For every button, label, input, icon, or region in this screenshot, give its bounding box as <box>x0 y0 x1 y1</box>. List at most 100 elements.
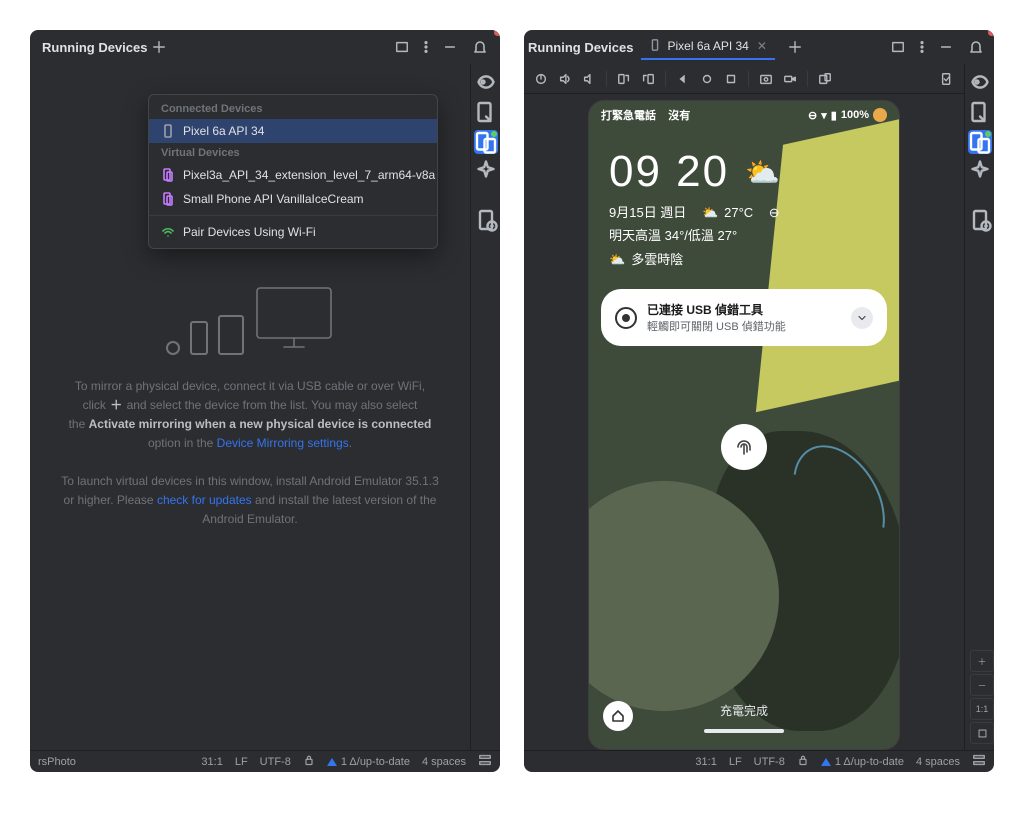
fingerprint-icon[interactable] <box>721 424 767 470</box>
line-sep[interactable]: LF <box>729 756 742 768</box>
pair-wifi[interactable]: Pair Devices Using Wi-Fi <box>149 220 437 244</box>
power-icon[interactable] <box>530 68 552 90</box>
phone-icon <box>649 39 661 54</box>
status-bar: 31:1 LF UTF-8 1 Δ/up-to-date 4 spaces <box>524 750 994 772</box>
weather-text: 多雲時陰 <box>631 248 683 271</box>
device-tab-pixel6a[interactable]: Pixel 6a API 34 ✕ <box>641 34 774 60</box>
cloud-icon: ⛅ <box>609 248 625 271</box>
encoding[interactable]: UTF-8 <box>754 756 785 768</box>
plus-icon-inline: ＋ <box>109 399 123 413</box>
weather-icon: ⛅ <box>745 156 782 189</box>
dropdown-section-virtual: Virtual Devices <box>149 143 437 163</box>
more-icon[interactable] <box>910 35 934 59</box>
back-icon[interactable] <box>672 68 694 90</box>
empty-text-emulator: To launch virtual devices in this window… <box>60 472 440 530</box>
minimize-icon[interactable] <box>438 35 462 59</box>
device-label: Small Phone API VanillaIceCream <box>183 192 364 206</box>
tomorrow-text: 明天高溫 34°/低溫 27° <box>609 224 879 247</box>
caret-position[interactable]: 31:1 <box>201 756 222 768</box>
avatar-icon <box>873 108 887 122</box>
bug-icon <box>615 307 637 329</box>
ai-sparkle-icon[interactable] <box>968 160 992 184</box>
rotate-left-icon[interactable] <box>613 68 635 90</box>
wifi-icon: ▾ <box>821 109 827 122</box>
device-label: Pixel3a_API_34_extension_level_7_arm64-v… <box>183 168 435 182</box>
indent[interactable]: 4 spaces <box>422 756 466 768</box>
ui-check-icon[interactable] <box>936 68 958 90</box>
device-pixel6a[interactable]: Pixel 6a API 34 <box>149 119 437 143</box>
vcs-status[interactable]: 1 Δ/up-to-date <box>821 756 904 768</box>
vcs-triangle-icon <box>327 758 337 766</box>
notifications-icon[interactable] <box>468 35 492 59</box>
line-sep[interactable]: LF <box>235 756 248 768</box>
layout-preview-icon[interactable] <box>968 100 992 124</box>
window-mode-icon[interactable] <box>886 35 910 59</box>
date-text: 9月15日 週日 <box>609 201 686 224</box>
home-icon[interactable] <box>696 68 718 90</box>
pair-label: Pair Devices Using Wi-Fi <box>183 225 316 239</box>
rotate-right-icon[interactable] <box>637 68 659 90</box>
close-tab-icon[interactable]: ✕ <box>757 39 767 53</box>
usb-debug-notification[interactable]: 已連接 USB 偵錯工具 輕觸即可關閉 USB 偵錯功能 <box>601 289 887 346</box>
ai-sparkle-icon[interactable] <box>474 160 498 184</box>
caret-position[interactable]: 31:1 <box>695 756 716 768</box>
zoom-reset-button[interactable]: 1:1 <box>970 698 994 720</box>
wifi-icon <box>161 225 175 239</box>
chevron-down-icon[interactable] <box>851 307 873 329</box>
panel-header: Running Devices <box>30 30 500 64</box>
virtual-device-icon <box>161 168 175 182</box>
screenshot-icon[interactable] <box>755 68 777 90</box>
encoding[interactable]: UTF-8 <box>260 756 291 768</box>
device-screen[interactable]: 打緊急電話 沒有 ⊖ ▾ ▮ 100% 09 20 ⛅ <box>588 100 900 750</box>
panel-title: Running Devices <box>38 40 147 55</box>
assistant-icon[interactable] <box>968 70 992 94</box>
device-smallphone[interactable]: Small Phone API VanillaIceCream <box>149 187 437 211</box>
zoom-in-button[interactable]: ＋ <box>970 650 994 672</box>
footer-file: rsPhoto <box>38 756 76 768</box>
dropdown-section-connected: Connected Devices <box>149 99 437 119</box>
running-devices-icon[interactable] <box>968 130 992 154</box>
zoom-controls: ＋ － 1:1 <box>970 650 994 744</box>
footer-more-icon[interactable] <box>972 753 986 770</box>
minimize-icon[interactable] <box>934 35 958 59</box>
vcs-triangle-icon <box>821 758 831 766</box>
assistant-icon[interactable] <box>474 70 498 94</box>
devices-illustration <box>166 285 334 355</box>
layout-preview-icon[interactable] <box>474 100 498 124</box>
virtual-device-icon <box>161 192 175 206</box>
add-device-button[interactable] <box>147 35 171 59</box>
dnd-pill-icon: ⊖ <box>769 201 780 224</box>
home-shortcut-icon[interactable] <box>603 701 633 731</box>
window-mode-icon[interactable] <box>390 35 414 59</box>
readonly-icon[interactable] <box>797 754 809 769</box>
vcs-status[interactable]: 1 Δ/up-to-date <box>327 756 410 768</box>
check-updates-link[interactable]: check for updates <box>157 493 252 507</box>
add-device-button[interactable] <box>783 35 807 59</box>
notifications-icon[interactable] <box>964 35 988 59</box>
temp-text: 27°C <box>724 201 753 224</box>
status-nosim: 沒有 <box>668 110 690 122</box>
do-not-disturb-icon: ⊖ <box>808 109 817 122</box>
device-manager-icon[interactable] <box>968 208 992 232</box>
right-sidebar <box>964 64 994 750</box>
status-bar: rsPhoto 31:1 LF UTF-8 1 Δ/up-to-date 4 s… <box>30 750 500 772</box>
more-icon[interactable] <box>414 35 438 59</box>
volume-up-icon[interactable] <box>554 68 576 90</box>
status-emergency: 打緊急電話 <box>601 110 656 122</box>
readonly-icon[interactable] <box>303 754 315 769</box>
device-mirroring-settings-link[interactable]: Device Mirroring settings <box>217 436 349 450</box>
device-pixel3a[interactable]: Pixel3a_API_34_extension_level_7_arm64-v… <box>149 163 437 187</box>
overview-icon[interactable] <box>720 68 742 90</box>
zoom-out-button[interactable]: － <box>970 674 994 696</box>
indent[interactable]: 4 spaces <box>916 756 960 768</box>
device-settings-icon[interactable] <box>814 68 836 90</box>
nav-pill[interactable] <box>704 729 784 733</box>
device-manager-icon[interactable] <box>474 208 498 232</box>
footer-more-icon[interactable] <box>478 753 492 770</box>
volume-down-icon[interactable] <box>578 68 600 90</box>
screen-record-icon[interactable] <box>779 68 801 90</box>
running-devices-icon[interactable] <box>474 130 498 154</box>
battery-pct: 100% <box>841 109 869 121</box>
zoom-fit-button[interactable] <box>970 722 994 744</box>
battery-icon: ▮ <box>831 109 837 122</box>
